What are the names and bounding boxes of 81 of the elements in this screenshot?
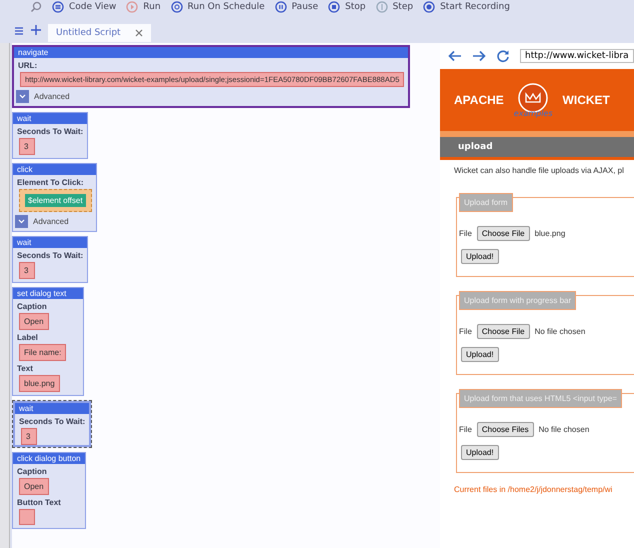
- file-status: No file chosen: [534, 327, 586, 336]
- scrollbar[interactable]: [0, 43, 10, 548]
- search-icon[interactable]: [30, 1, 42, 13]
- value-field[interactable]: Open: [19, 478, 49, 495]
- logo-text: WICKET: [562, 93, 610, 107]
- command-title: wait: [13, 113, 88, 124]
- value-field[interactable]: [19, 509, 35, 525]
- value-field[interactable]: blue.png: [19, 375, 60, 392]
- pause-icon: [274, 1, 287, 13]
- command-block[interactable]: wait Seconds To Wait: 3: [12, 400, 92, 448]
- logo-text: APACHE: [454, 93, 504, 107]
- upload-button[interactable]: Upload!: [461, 347, 499, 362]
- command-block[interactable]: click Element To Click: $element offset Advanced: [12, 163, 97, 232]
- intro-text: Wicket can also handle file uploads via AJAX, pl: [454, 166, 625, 175]
- current-files-text: Current files in /home2/j/jdonnerstag/temp/wi: [454, 485, 614, 494]
- field-label: Caption: [16, 466, 48, 477]
- field-label: Text: [16, 363, 34, 374]
- file-status: No file chosen: [538, 425, 590, 434]
- value-field[interactable]: Open: [19, 313, 49, 330]
- chevron-down-icon[interactable]: [16, 90, 29, 103]
- stop-icon: [328, 1, 340, 13]
- field-label: Seconds To Wait:: [16, 250, 84, 261]
- address-bar[interactable]: http://www.wicket-libra: [520, 49, 634, 63]
- command-block[interactable]: set dialog text Caption Open Label File name: Text blue.png: [12, 287, 84, 396]
- refresh-icon[interactable]: [496, 49, 510, 63]
- upload-button[interactable]: Upload!: [461, 445, 499, 460]
- toolbar-button[interactable]: Run On Schedule: [170, 1, 265, 13]
- field-label: Label: [16, 332, 39, 343]
- value-field[interactable]: File name:: [19, 344, 66, 361]
- command-title: click dialog button: [13, 453, 85, 464]
- command-title: wait: [13, 237, 88, 248]
- toolbar-button[interactable]: Code View: [52, 1, 116, 13]
- back-arrow-icon[interactable]: [448, 50, 462, 62]
- script-tab[interactable]: Untitled Script: [48, 24, 151, 42]
- file-label: File: [459, 425, 472, 434]
- add-icon[interactable]: [30, 24, 42, 36]
- list-icon: [52, 1, 64, 13]
- tab-label[interactable]: Untitled Script: [56, 28, 121, 38]
- field-label: Caption: [16, 301, 48, 312]
- toolbar-button[interactable]: Run: [126, 1, 161, 13]
- file-label: File: [459, 229, 472, 238]
- toolbar-button[interactable]: Pause: [274, 1, 318, 13]
- step-icon: [376, 1, 388, 13]
- section-title: upload: [440, 137, 634, 160]
- toolbar-button[interactable]: Step: [376, 1, 414, 13]
- advanced-label[interactable]: Advanced: [33, 217, 69, 226]
- command-block[interactable]: wait Seconds To Wait: 3: [12, 236, 88, 283]
- toolbar-button[interactable]: Start Recording: [423, 1, 510, 13]
- file-label: File: [459, 327, 472, 336]
- forward-arrow-icon[interactable]: [472, 50, 486, 62]
- play-icon: [126, 1, 138, 13]
- file-status: blue.png: [534, 229, 566, 238]
- value-field[interactable]: 3: [21, 428, 37, 445]
- value-field[interactable]: 3: [19, 262, 35, 279]
- record-icon: [423, 1, 436, 13]
- value-field[interactable]: 3: [19, 138, 35, 155]
- clock-icon: [170, 1, 183, 13]
- choose-file-button[interactable]: Choose File: [476, 324, 530, 339]
- choose-file-button[interactable]: Choose Files: [476, 422, 534, 437]
- field-label: Element To Click:: [16, 177, 85, 188]
- command-block[interactable]: wait Seconds To Wait: 3: [12, 112, 88, 159]
- field-label: Seconds To Wait:: [18, 416, 86, 427]
- field-label: URL:: [17, 60, 38, 71]
- form-legend: Upload form with progress bar: [459, 291, 576, 310]
- choose-file-button[interactable]: Choose File: [476, 226, 530, 241]
- upload-button[interactable]: Upload!: [461, 249, 499, 264]
- chevron-down-icon[interactable]: [15, 215, 28, 228]
- field-label: Button Text: [16, 497, 62, 508]
- toolbar-button[interactable]: Stop: [328, 1, 366, 13]
- form-legend: Upload form: [459, 193, 513, 212]
- command-title: navigate: [14, 47, 408, 58]
- command-block[interactable]: click dialog button Caption Open Button Text: [12, 452, 86, 529]
- logo-subtitle: examples: [514, 108, 553, 118]
- command-title: wait: [15, 403, 90, 414]
- field-label: Seconds To Wait:: [16, 126, 84, 137]
- close-icon[interactable]: [134, 29, 143, 37]
- command-title: click: [13, 164, 96, 175]
- form-legend: Upload form that uses HTML5 <input type=: [459, 389, 622, 408]
- menu-icon[interactable]: [14, 26, 24, 36]
- command-title: set dialog text: [13, 288, 83, 299]
- advanced-label[interactable]: Advanced: [34, 92, 70, 101]
